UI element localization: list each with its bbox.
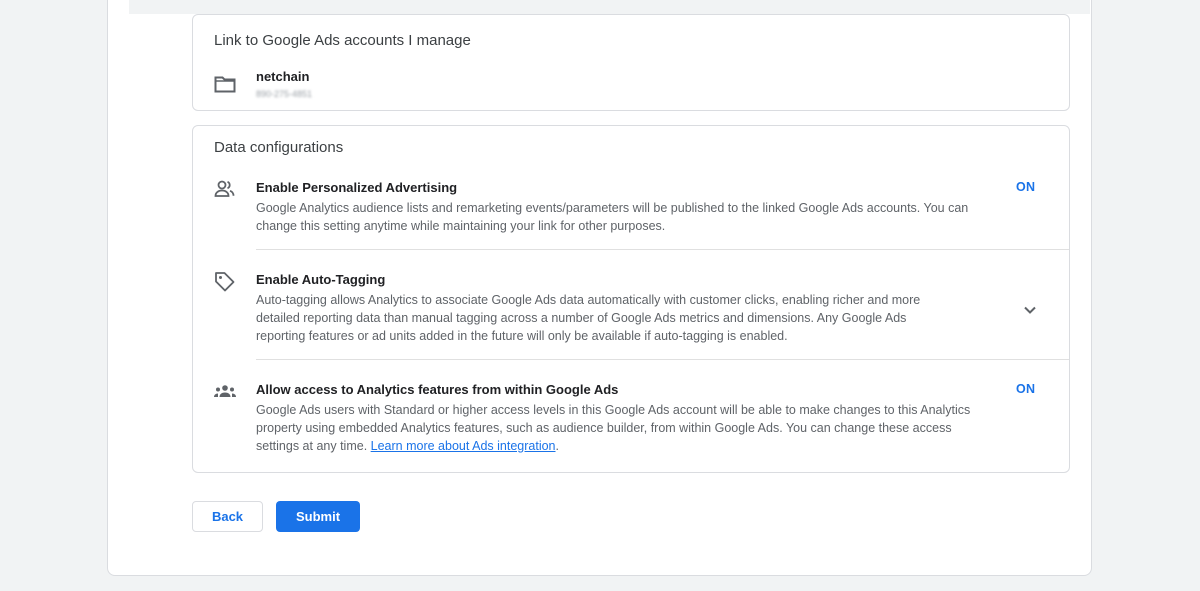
person-icon (214, 180, 236, 203)
period: . (555, 439, 559, 453)
row-divider (256, 359, 1069, 360)
auto-tagging-title: Enable Auto-Tagging (256, 272, 386, 287)
submit-button[interactable]: Submit (276, 501, 360, 532)
personalized-advertising-desc: Google Analytics audience lists and rema… (256, 201, 969, 233)
row-divider (256, 249, 1069, 250)
account-id: 890-275-4851 (256, 89, 313, 99)
folder-icon (214, 75, 236, 98)
back-button[interactable]: Back (192, 501, 263, 532)
personalized-advertising-toggle[interactable]: ON (1016, 180, 1035, 194)
link-accounts-title: Link to Google Ads accounts I manage (214, 32, 471, 49)
analytics-access-toggle[interactable]: ON (1016, 382, 1035, 396)
account-name: netchain (256, 69, 310, 84)
chevron-down-icon[interactable] (1023, 302, 1037, 320)
group-icon (213, 383, 237, 404)
learn-more-link[interactable]: Learn more about Ads integration (371, 439, 556, 453)
data-config-card: Data configurations Enable Personalized … (192, 125, 1070, 473)
analytics-access-desc: Google Ads users with Standard or higher… (256, 401, 976, 455)
tag-icon (214, 271, 236, 298)
top-band (129, 0, 1090, 14)
analytics-access-text: Google Ads users with Standard or higher… (256, 403, 971, 453)
personalized-advertising-title: Enable Personalized Advertising (256, 180, 458, 195)
auto-tagging-desc: Auto-tagging allows Analytics to associa… (256, 293, 921, 343)
analytics-access-title: Allow access to Analytics features from … (256, 382, 619, 397)
data-config-title: Data configurations (214, 139, 344, 156)
link-accounts-card: Link to Google Ads accounts I manage net… (192, 14, 1070, 111)
